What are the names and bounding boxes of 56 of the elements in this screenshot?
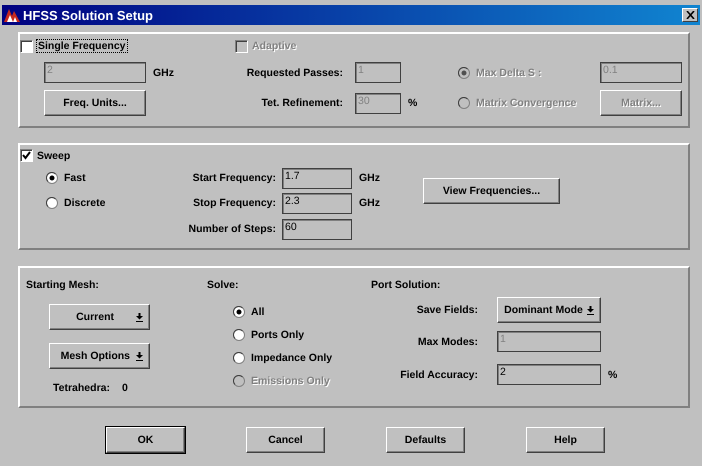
radio-button[interactable] [46,197,58,209]
radio-label: Fast [64,172,86,184]
checkbox-label: Single Frequency [37,40,127,52]
radio-label: Ports Only [251,328,304,340]
dropdown-button[interactable]: Mesh Options [49,343,150,369]
section-label: Starting Mesh: [26,279,100,291]
radio-label: Matrix Convergence [476,97,576,109]
input-field[interactable]: 2 [497,364,601,385]
button[interactable]: Defaults [386,427,465,453]
input-field[interactable]: 2.3 [282,192,352,214]
radio-label: Max Delta S : [476,66,542,78]
input-field[interactable]: 1.7 [282,168,352,188]
field-label: Start Frequency: [192,172,276,184]
button[interactable]: OK [106,427,185,453]
tetrahedra-count: 0 [122,382,128,394]
radio-label: Emissions Only [251,374,330,386]
dropdown-arrow-icon [136,312,143,322]
section-label: Port Solution: [371,279,442,291]
section-label: Solve: [207,279,240,291]
field-label: Max Modes: [416,336,479,348]
field-label: Field Accuracy: [399,368,479,380]
field-label: Stop Frequency: [193,197,276,209]
dropdown-arrow-icon [586,306,594,314]
button[interactable]: View Frequencies... [423,178,560,204]
field-label: Tet. Refinement: [262,97,343,109]
logo-icon [4,7,20,23]
radio-label: Impedance Only [251,352,332,364]
field-label: Requested Passes: [246,66,343,78]
dropdown-button[interactable]: Current [49,304,150,330]
tetrahedra-label: Tetrahedra: [53,382,110,394]
dropdown-button[interactable]: Dominant Mode [497,297,601,323]
unit-label: GHz [359,172,380,184]
radio-button[interactable] [233,328,245,340]
unit-label: % [408,97,418,109]
radio-label: All [251,306,264,318]
field-label: Number of Steps: [188,223,276,235]
button[interactable]: Cancel [246,427,325,453]
unit-label: GHz [153,66,174,78]
unit-label: GHz [359,197,380,209]
checkbox-label: Sweep [37,150,70,162]
close-button[interactable] [682,8,698,22]
radio-button[interactable] [233,306,245,318]
radio-label: Discrete [64,197,106,209]
field-label: Save Fields: [416,304,479,316]
radio-button[interactable] [233,352,245,364]
checkbox[interactable] [20,149,33,162]
dropdown-arrow-icon [136,352,143,360]
button[interactable]: Freq. Units... [44,90,146,116]
input-field[interactable]: 60 [282,218,352,240]
unit-label: % [607,368,618,380]
button[interactable]: Help [526,427,605,453]
radio-button[interactable] [46,172,58,184]
close-icon [686,11,694,19]
window-title: HFSS Solution Setup [23,8,154,22]
checkbox-label: Adaptive [252,40,296,52]
checkbox[interactable] [20,40,33,52]
